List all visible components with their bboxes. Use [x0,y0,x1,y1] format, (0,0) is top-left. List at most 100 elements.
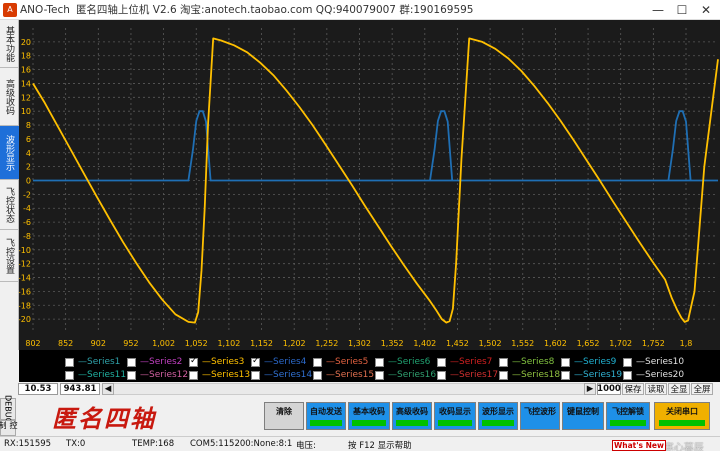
function-button-label: 波形显示 [482,406,514,416]
tab-basic-functions[interactable]: 基本功能 [0,20,19,68]
legend-checkbox[interactable] [65,370,74,380]
legend-item[interactable]: — Series11 [65,370,126,380]
app-window: A ANO-Tech 匿名四轴上位机 V2.6 淘宝:anotech.taoba… [0,0,720,451]
legend-item[interactable]: — Series8 [499,357,554,367]
scroll-right-button[interactable]: ▶ [584,383,596,395]
function-button[interactable]: 飞控解锁 [606,402,650,430]
read-button[interactable]: 读取 [645,383,667,395]
legend-checkbox[interactable] [499,370,508,380]
x-tick-label: 1,552 [511,339,534,348]
minimize-icon[interactable]: — [646,0,670,20]
legend-line-swatch: — [264,370,273,380]
show-all-button[interactable]: 全显 [668,383,690,395]
legend-line-swatch: — [636,357,645,367]
y-tick-label: -2 [23,190,31,199]
maximize-icon[interactable]: ☐ [670,0,694,20]
legend-checkbox[interactable] [561,370,570,380]
legend-item[interactable]: — Series5 [313,357,368,367]
legend-checkbox[interactable] [189,356,198,367]
window-title: 匿名四轴上位机 V2.6 淘宝:anotech.taobao.com QQ:94… [75,4,474,16]
legend-checkbox[interactable] [375,357,384,367]
waveform-chart[interactable]: 20181614121086420-2-4-6-8-10-12-14-16-18… [19,20,720,350]
x-tick-label: 1,152 [250,339,273,348]
legend-line-swatch: — [202,357,211,367]
x-tick-label: 1,402 [413,339,436,348]
x-tick-label: 1,702 [609,339,632,348]
legend-item[interactable]: — Series7 [437,357,492,367]
legend-checkbox[interactable] [189,370,198,380]
y-tick-label: 20 [21,38,31,47]
legend-item[interactable]: — Series20 [623,370,684,380]
y-tick-label: 10 [21,107,31,116]
legend-label: Series14 [273,370,313,380]
legend-item[interactable]: — Series17 [437,370,498,380]
legend-item[interactable]: — Series9 [561,357,616,367]
function-button[interactable]: 收码显示 [434,402,476,430]
close-icon[interactable]: ✕ [694,0,718,20]
tab-advanced-receive[interactable]: 高级收码 [0,68,19,126]
whats-new-badge[interactable]: What's New [612,440,666,451]
function-button-label: 飞控解锁 [612,406,644,416]
legend-checkbox[interactable] [437,357,446,367]
save-button[interactable]: 保存 [622,383,644,395]
x-tick-label: 1,352 [381,339,404,348]
legend-item[interactable]: — Series16 [375,370,436,380]
legend-item[interactable]: — Series15 [313,370,374,380]
tab-debug[interactable]: DEBUG [0,395,16,423]
legend-item[interactable]: — Series4 [251,356,306,367]
tab-flight-status[interactable]: 飞控状态 [0,180,19,230]
fullscreen-button[interactable]: 全屏 [691,383,713,395]
tab-waveform-display[interactable]: 波形显示 [0,126,19,180]
tab-flight-settings[interactable]: 飞控设置 [0,230,19,282]
function-button[interactable]: 基本收码 [348,402,390,430]
function-button-label: 飞控波形 [524,406,556,416]
legend-item[interactable]: — Series2 [127,357,182,367]
x-tick-label: 1,252 [315,339,338,348]
legend-checkbox[interactable] [623,370,632,380]
x-tick-label: 1,752 [642,339,665,348]
legend-checkbox[interactable] [375,370,384,380]
function-button[interactable]: 高级收码 [392,402,432,430]
function-button[interactable]: 键鼠控制 [562,402,604,430]
title-bar: A ANO-Tech 匿名四轴上位机 V2.6 淘宝:anotech.taoba… [0,0,720,20]
function-button[interactable]: 关闭串口 [654,402,710,430]
legend-checkbox[interactable] [127,370,136,380]
legend-item[interactable]: — Series12 [127,370,188,380]
legend-item[interactable]: — Series6 [375,357,430,367]
legend-checkbox[interactable] [499,357,508,367]
chart-scrollbar[interactable] [114,383,584,395]
legend-line-swatch: — [264,357,273,367]
function-button[interactable]: 清除 [264,402,304,430]
tx-counter: TX:0 [66,439,86,449]
scroll-left-button[interactable]: ◀ [102,383,114,395]
legend-checkbox[interactable] [437,370,446,380]
legend-item[interactable]: — Series10 [623,357,684,367]
legend-checkbox[interactable] [313,370,322,380]
legend-line-swatch: — [140,370,149,380]
points-input[interactable]: 1000 [597,383,621,395]
brand-logo: 匿名四轴 [52,403,156,433]
legend-item[interactable]: — Series13 [189,370,250,380]
legend-checkbox[interactable] [313,357,322,367]
legend-checkbox[interactable] [623,357,632,367]
legend-item[interactable]: — Series3 [189,356,244,367]
legend-item[interactable]: — Series19 [561,370,622,380]
legend-checkbox[interactable] [251,370,260,380]
x-tick-label: 852 [58,339,73,348]
function-button[interactable]: 波形显示 [478,402,518,430]
voltage-readout: 电压: [296,441,316,451]
legend-checkbox[interactable] [65,357,74,367]
tab-control[interactable]: 控制 [0,420,18,436]
legend-checkbox[interactable] [561,357,570,367]
y-tick-label: -16 [19,287,31,296]
legend-line-swatch: — [140,357,149,367]
legend-item[interactable]: — Series14 [251,370,312,380]
legend-line-swatch: — [636,370,645,380]
legend-checkbox[interactable] [251,356,260,367]
function-button[interactable]: 飞控波形 [520,402,560,430]
temperature-readout: TEMP:168 [132,439,175,449]
legend-item[interactable]: — Series18 [499,370,560,380]
function-button[interactable]: 自动发送 [306,402,346,430]
legend-item[interactable]: — Series1 [65,357,120,367]
legend-checkbox[interactable] [127,357,136,367]
